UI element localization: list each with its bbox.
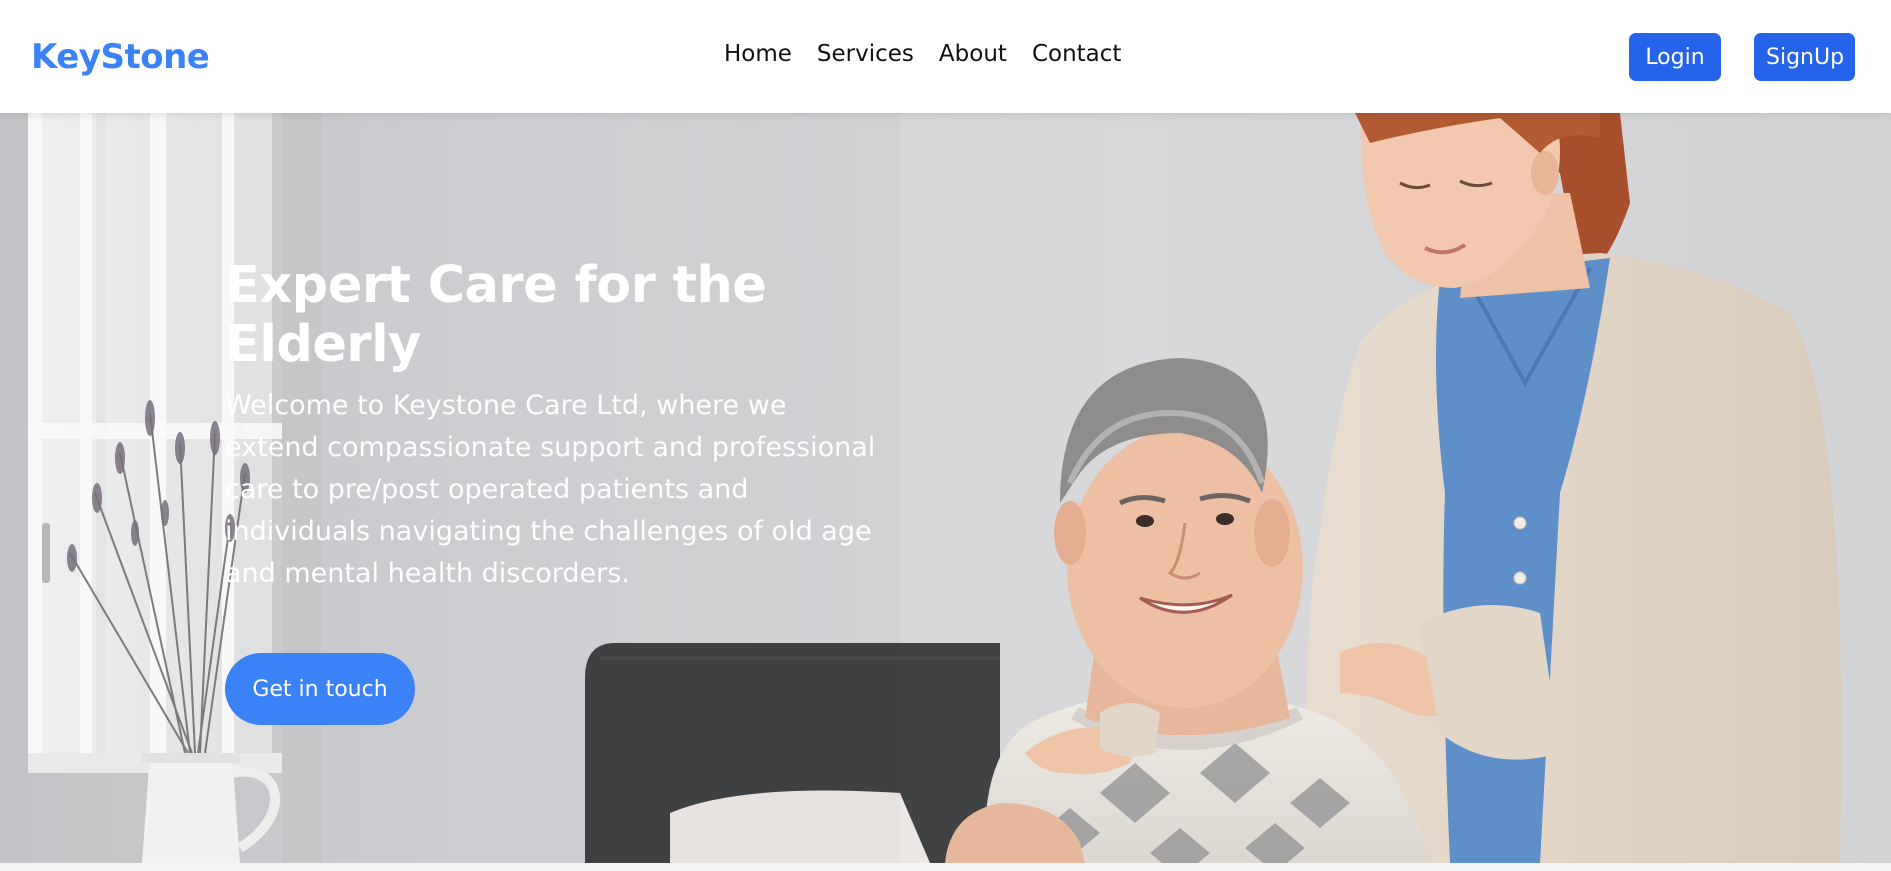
page-bottom-edge (0, 863, 1891, 871)
brand-logo[interactable]: KeyStone (31, 37, 210, 77)
nav-about[interactable]: About (939, 41, 1007, 67)
login-button[interactable]: Login (1629, 33, 1721, 81)
main-nav: Home Services About Contact (724, 41, 1121, 67)
hero-title: Expert Care for the Elderly (225, 256, 767, 374)
hero-description: Welcome to Keystone Care Ltd, where we e… (225, 390, 876, 589)
get-in-touch-button[interactable]: Get in touch (225, 653, 415, 725)
site-header: KeyStone Home Services About Contact Log… (0, 0, 1891, 113)
nav-contact[interactable]: Contact (1032, 41, 1121, 67)
nav-home[interactable]: Home (724, 41, 792, 67)
nav-services[interactable]: Services (817, 41, 914, 67)
hero-section: Expert Care for the Elderly Welcome to K… (0, 113, 1891, 863)
signup-button[interactable]: SignUp (1754, 33, 1855, 81)
